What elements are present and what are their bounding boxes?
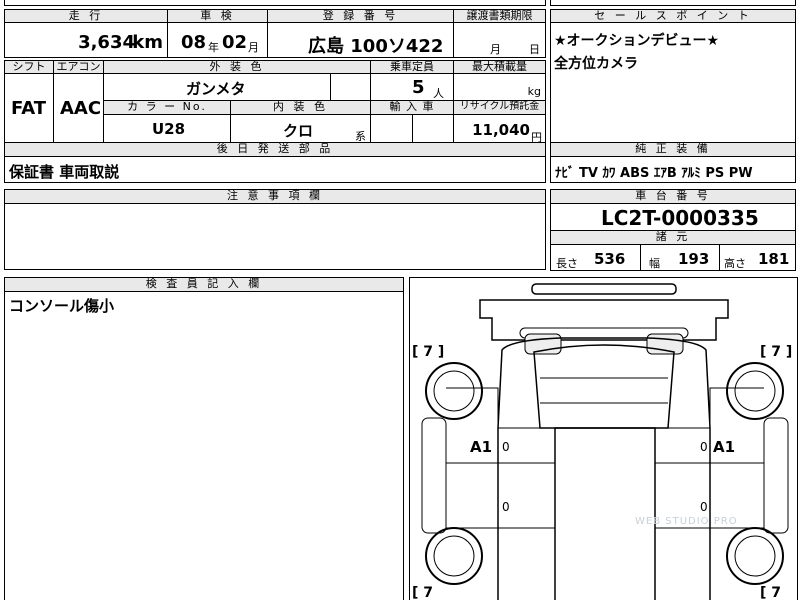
exterior-color-header: 外 装 色 (103, 60, 371, 74)
inspector-header: 検 査 員 記 入 欄 (4, 277, 404, 292)
tire-tread-rear-right: [ 7 ] (760, 344, 793, 360)
color-no-value: U28 (152, 120, 186, 138)
damage-mark-right-door: A1 (713, 438, 736, 456)
dimension-height-value: 181 (758, 250, 790, 268)
exterior-color-value: ガンメタ (186, 80, 246, 98)
mileage-cell: 3,634 km (4, 22, 168, 58)
shift-cell: FAT (4, 73, 54, 143)
recycle-cell: 11,040 円 (453, 114, 546, 143)
aircon-cell: AAC (53, 73, 104, 143)
shift-header: シフト (4, 60, 54, 74)
transfer-month: 月 (490, 43, 501, 56)
dimension-length-cell: 長さ 536 (550, 244, 641, 271)
dimension-width-value: 193 (678, 250, 710, 268)
registration-header: 登 録 番 号 (267, 9, 454, 23)
later-parts-cell: 保証書 車両取説 (4, 156, 546, 183)
marker-zero-1: 0 (502, 440, 510, 454)
equipment-cell: ﾅﾋﾞ TV ｶﾜ ABS ｴｱB ｱﾙﾐ PS PW (550, 156, 796, 183)
chassis-header: 車 台 番 号 (550, 189, 796, 204)
shaken-cell: 08 年 02 月 (167, 22, 268, 58)
later-parts-header: 後 日 発 送 部 品 (4, 142, 546, 157)
interior-color-suffix: 系 (355, 130, 366, 143)
shaken-year-unit: 年 (208, 41, 219, 54)
recycle-unit: 円 (531, 131, 542, 143)
dimension-height-label: 高さ (724, 257, 746, 270)
shaken-month-unit: 月 (248, 41, 259, 54)
dimension-length-label: 長さ (556, 257, 578, 270)
dimension-width-label: 幅 (649, 257, 660, 270)
color-no-cell: U28 (103, 114, 231, 143)
interior-color-header: 内 装 色 (230, 100, 371, 115)
max-load-header: 最大積載量 (453, 60, 546, 74)
mileage-unit: km (132, 32, 163, 53)
import-cell-a (370, 114, 413, 143)
dimensions-header: 諸 元 (550, 230, 796, 245)
mileage-value: 3,634 (78, 32, 135, 53)
sales-point-header: セ ー ル ス ポ イ ン ト (550, 9, 796, 23)
transfer-day: 日 (529, 43, 540, 56)
notes-header: 注 意 事 項 欄 (4, 189, 546, 204)
dimension-length-value: 536 (594, 250, 626, 268)
vehicle-outline (421, 283, 789, 600)
tire-tread-rear-left: [ 7 ] (412, 344, 445, 360)
import-header: 輸 入 車 (370, 100, 454, 115)
equipment-items: ﾅﾋﾞ TV ｶﾜ ABS ｴｱB ｱﾙﾐ PS PW (555, 166, 753, 181)
registration-cell: 広島 100ソ422 (267, 22, 454, 58)
vehicle-diagram: [ 7 ] [ 7 ] [ 7 [ 7 A1 A1 0 0 0 0 WEB ST… (409, 277, 798, 600)
sales-point-line-2: 全方位カメラ (554, 56, 638, 72)
color-no-header: カ ラ ー No. (103, 100, 231, 115)
tire-tread-front-left: [ 7 (412, 585, 434, 600)
capacity-header: 乗車定員 (370, 60, 454, 74)
damage-mark-left-door: A1 (470, 438, 493, 456)
shaken-month: 02 (222, 32, 248, 53)
max-load-cell: kg (453, 73, 546, 101)
capacity-cell: 5 人 (370, 73, 454, 101)
exterior-color-extra (330, 73, 371, 101)
chassis-cell: LC2T-0000335 (550, 203, 796, 231)
sales-point-cell: ★オークションデビュー★ 全方位カメラ (550, 22, 796, 143)
interior-color-cell: クロ 系 (230, 114, 371, 143)
inspector-cell: コンソール傷小 (4, 291, 404, 600)
interior-color-value: クロ (283, 122, 314, 140)
recycle-header: リサイクル預託金 (453, 100, 546, 115)
capacity-value: 5 (412, 77, 425, 98)
recycle-value: 11,040 (472, 121, 530, 139)
watermark: WEB STUDIO PRO (635, 516, 738, 527)
dimension-width-cell: 幅 193 (640, 244, 720, 271)
shift-value: FAT (11, 98, 47, 119)
marker-zero-2: 0 (700, 440, 708, 454)
marker-zero-4: 0 (700, 500, 708, 514)
top-partial-right (550, 0, 796, 6)
mileage-header: 走 行 (4, 9, 168, 23)
dimension-height-cell: 高さ 181 (719, 244, 796, 271)
tire-tread-front-right: [ 7 (760, 585, 782, 600)
top-partial-row (4, 0, 546, 6)
marker-zero-3: 0 (502, 500, 510, 514)
transfer-deadline-header: 譲渡書類期限 (453, 9, 546, 23)
exterior-color-cell: ガンメタ (103, 73, 331, 101)
transfer-deadline-cell: 月 日 (453, 22, 546, 58)
shaken-header: 車 検 (167, 9, 268, 23)
sales-point-line-1: ★オークションデビュー★ (554, 33, 720, 49)
max-load-unit: kg (527, 85, 541, 98)
chassis-value: LC2T-0000335 (601, 206, 759, 230)
capacity-unit: 人 (433, 87, 444, 100)
aircon-header: エアコン (53, 60, 104, 74)
inspector-note: コンソール傷小 (9, 297, 115, 315)
shaken-year: 08 (181, 32, 207, 53)
later-parts-value: 保証書 車両取説 (9, 163, 120, 181)
equipment-header: 純 正 装 備 (550, 142, 796, 157)
aircon-value: AAC (60, 98, 102, 119)
notes-cell (4, 203, 546, 270)
registration-value: 広島 100ソ422 (308, 36, 444, 57)
import-cell-b (412, 114, 454, 143)
